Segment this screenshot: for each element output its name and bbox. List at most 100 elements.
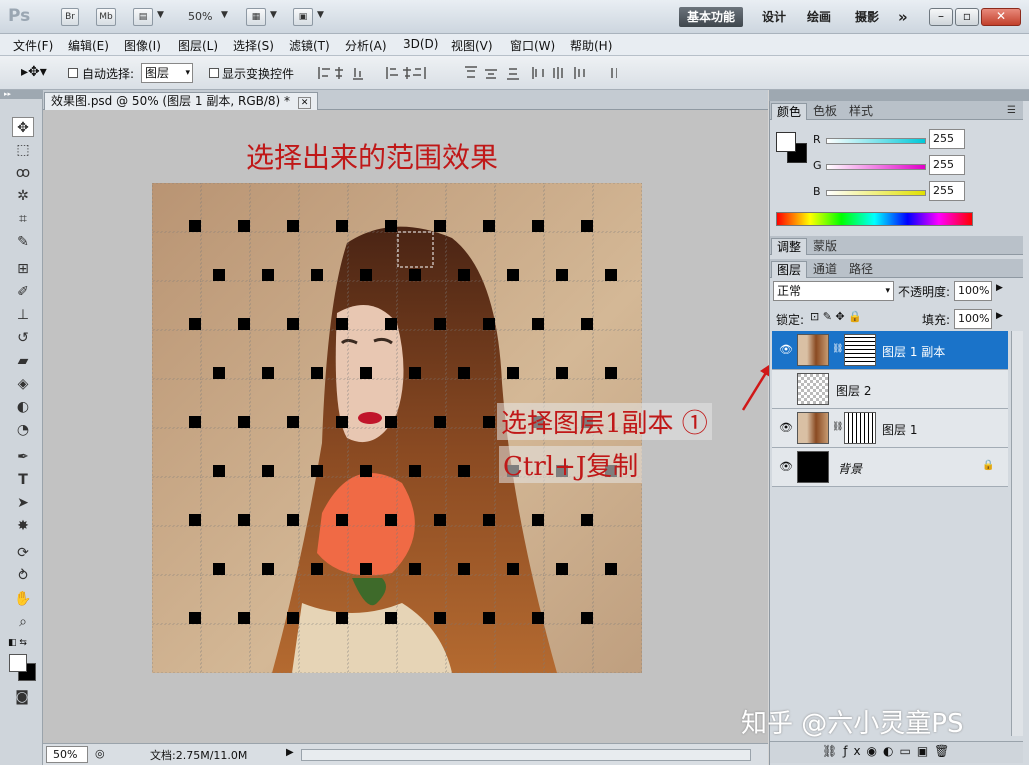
- clone-stamp-tool-icon[interactable]: ⊥: [12, 305, 34, 325]
- 3d-orbit-tool-icon[interactable]: ⥁: [12, 566, 34, 586]
- menu-filter[interactable]: 滤镜(T): [289, 37, 330, 54]
- shape-tool-icon[interactable]: ✸: [12, 516, 34, 536]
- tab-color[interactable]: 颜色: [771, 103, 808, 120]
- workspace-photography[interactable]: 摄影: [849, 7, 885, 27]
- chevron-down-icon[interactable]: ▼: [270, 10, 277, 20]
- menu-3d[interactable]: 3D(D): [403, 37, 438, 51]
- maximize-button[interactable]: ▫: [955, 8, 979, 26]
- color-fg-swatch[interactable]: [776, 132, 796, 152]
- menu-file[interactable]: 文件(F): [13, 37, 53, 54]
- magic-wand-tool-icon[interactable]: ✲: [12, 186, 34, 206]
- crop-tool-icon[interactable]: ⌗: [12, 209, 34, 229]
- color-spectrum-bar[interactable]: [776, 212, 973, 226]
- auto-select-dropdown[interactable]: 图层 ▾: [141, 63, 193, 83]
- brush-tool-icon[interactable]: ✐: [12, 282, 34, 302]
- align-icons[interactable]: [317, 65, 618, 81]
- menu-window[interactable]: 窗口(W): [510, 37, 555, 54]
- opacity-field[interactable]: 100%: [954, 281, 992, 301]
- channel-slider[interactable]: [826, 138, 926, 144]
- dock-header[interactable]: [769, 90, 1029, 101]
- channel-value[interactable]: 255: [929, 129, 965, 149]
- eraser-tool-icon[interactable]: ▰: [12, 351, 34, 371]
- chevron-down-icon[interactable]: ▼: [317, 10, 324, 20]
- type-tool-icon[interactable]: T: [12, 470, 34, 490]
- menu-edit[interactable]: 编辑(E): [68, 37, 109, 54]
- layer-row[interactable]: 👁 背景 🔒: [772, 448, 1008, 487]
- screen-mode-button[interactable]: ▣: [293, 8, 313, 26]
- minimize-button[interactable]: –: [929, 8, 953, 26]
- visibility-eye-icon[interactable]: 👁: [779, 421, 793, 434]
- tab-swatches[interactable]: 色板: [808, 103, 842, 120]
- tab-channels[interactable]: 通道: [808, 261, 842, 278]
- marquee-tool-icon[interactable]: ⬚: [12, 140, 34, 160]
- move-tool-preset-icon[interactable]: ▸✥▾: [21, 64, 47, 80]
- menu-analysis[interactable]: 分析(A): [345, 37, 387, 54]
- layer-action-icons[interactable]: ⛓ƒx◉◐▭▣🗑: [822, 744, 955, 758]
- quick-mask-icon[interactable]: ◙: [11, 687, 33, 707]
- layer-row[interactable]: 👁 ⛓ 图层 1: [772, 409, 1008, 448]
- visibility-eye-icon[interactable]: 👁: [779, 343, 793, 356]
- move-tool-icon[interactable]: ✥: [12, 117, 34, 137]
- close-tab-icon[interactable]: ✕: [297, 97, 312, 109]
- horizontal-scrollbar[interactable]: [301, 749, 751, 761]
- tab-adjustments[interactable]: 调整: [771, 238, 808, 255]
- blend-mode-dropdown[interactable]: 正常 ▾: [773, 281, 894, 301]
- paint-bucket-tool-icon[interactable]: ◈: [12, 374, 34, 394]
- 3d-rotate-tool-icon[interactable]: ⟳: [12, 543, 34, 563]
- channel-slider[interactable]: [826, 164, 926, 170]
- tab-masks[interactable]: 蒙版: [808, 238, 842, 255]
- workspace-design[interactable]: 设计: [756, 7, 792, 27]
- fill-field[interactable]: 100%: [954, 309, 992, 329]
- menu-help[interactable]: 帮助(H): [570, 37, 612, 54]
- chevron-down-icon[interactable]: ▼: [221, 10, 228, 20]
- toolbox-header[interactable]: ▸▸: [0, 90, 43, 99]
- visibility-eye-icon[interactable]: 👁: [779, 460, 793, 473]
- close-button[interactable]: ✕: [981, 8, 1021, 26]
- tab-paths[interactable]: 路径: [844, 261, 878, 278]
- path-selection-tool-icon[interactable]: ➤: [12, 493, 34, 513]
- healing-brush-tool-icon[interactable]: ⊞: [12, 259, 34, 279]
- more-workspaces-icon[interactable]: »: [892, 7, 914, 27]
- mini-bridge-button[interactable]: Mb: [96, 8, 116, 26]
- zoom-tool-icon[interactable]: ⌕: [12, 612, 34, 632]
- status-info-icon[interactable]: ◎: [95, 747, 105, 760]
- hand-tool-icon[interactable]: ✋: [12, 589, 34, 609]
- status-zoom-field[interactable]: 50%: [46, 746, 88, 763]
- panel-menu-icon[interactable]: ☰: [1002, 103, 1021, 120]
- auto-select-checkbox[interactable]: [68, 65, 78, 79]
- workspace-essentials[interactable]: 基本功能: [679, 7, 743, 27]
- layer-row[interactable]: 👁 ⛓ 图层 1 副本: [772, 331, 1008, 370]
- arrange-docs-button[interactable]: ▦: [246, 8, 266, 26]
- eyedropper-tool-icon[interactable]: ✎: [12, 232, 34, 252]
- dodge-tool-icon[interactable]: ◔: [12, 420, 34, 440]
- layers-scrollbar[interactable]: [1011, 331, 1023, 736]
- zoom-level[interactable]: 50%: [188, 10, 212, 23]
- menu-view[interactable]: 视图(V): [451, 37, 493, 54]
- history-brush-tool-icon[interactable]: ↺: [12, 328, 34, 348]
- pen-tool-icon[interactable]: ✒: [12, 447, 34, 467]
- default-colors-icon[interactable]: ◧ ⇆: [8, 638, 27, 648]
- channel-value[interactable]: 255: [929, 181, 965, 201]
- channel-slider[interactable]: [826, 190, 926, 196]
- lock-icons[interactable]: ⊡ ✎ ✥ 🔒: [810, 310, 862, 323]
- tab-styles[interactable]: 样式: [844, 103, 878, 120]
- show-transform-checkbox[interactable]: [209, 65, 219, 79]
- status-menu-arrow-icon[interactable]: ▶: [286, 747, 294, 758]
- bridge-button[interactable]: Br: [61, 8, 79, 26]
- document-tab[interactable]: 效果图.psd @ 50% (图层 1 副本, RGB/8) * ✕: [44, 92, 319, 110]
- opacity-arrow-icon[interactable]: ▶: [996, 283, 1003, 293]
- fill-arrow-icon[interactable]: ▶: [996, 311, 1003, 321]
- channel-value[interactable]: 255: [929, 155, 965, 175]
- layer-row[interactable]: 图层 2: [772, 370, 1008, 409]
- lasso-tool-icon[interactable]: ꝏ: [12, 163, 34, 183]
- foreground-color-swatch[interactable]: [9, 654, 27, 672]
- workspace-painting[interactable]: 绘画: [801, 7, 837, 27]
- chevron-down-icon[interactable]: ▼: [157, 10, 164, 20]
- tab-layers[interactable]: 图层: [771, 261, 808, 278]
- menu-layer[interactable]: 图层(L): [178, 37, 218, 54]
- adjust-panel-tabs: 调整 蒙版: [770, 236, 1023, 255]
- extras-button[interactable]: ▤: [133, 8, 153, 26]
- menu-image[interactable]: 图像(I): [124, 37, 161, 54]
- menu-select[interactable]: 选择(S): [233, 37, 274, 54]
- blur-tool-icon[interactable]: ◐: [12, 397, 34, 417]
